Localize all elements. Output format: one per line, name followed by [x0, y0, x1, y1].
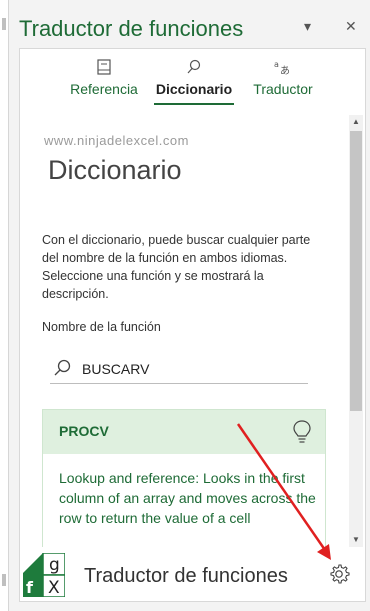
search-field[interactable]	[50, 359, 308, 384]
active-tab-underline	[154, 103, 234, 105]
dictionary-panel: www.ninjadelexcel.com Diccionario Con el…	[42, 113, 346, 547]
tab-bar: Referencia Diccionario aあ Traductor	[20, 49, 365, 111]
result-card[interactable]: PROCV Lookup and reference: Looks in the…	[42, 409, 326, 547]
dictionary-description: Con el diccionario, puede buscar cualqui…	[42, 233, 311, 301]
search-input[interactable]	[82, 359, 302, 379]
scroll-thumb[interactable]	[350, 131, 362, 411]
addin-card: Referencia Diccionario aあ Traductor www.…	[19, 48, 366, 602]
page-title: Diccionario	[48, 155, 182, 185]
pane-title: Traductor de funciones	[19, 16, 244, 41]
function-translator-logo: g f X	[23, 552, 66, 598]
footer-title: Traductor de funciones	[84, 565, 288, 587]
pane-options-dropdown-icon[interactable]: ▾	[304, 18, 311, 35]
close-icon[interactable]: ✕	[345, 18, 357, 35]
svg-text:g: g	[49, 555, 60, 575]
edge-mark	[2, 18, 6, 30]
lightbulb-icon[interactable]	[293, 420, 311, 444]
tab-diccionario[interactable]: Diccionario	[154, 59, 234, 105]
edge-mark	[2, 574, 6, 586]
search-icon	[53, 359, 71, 377]
tab-referencia[interactable]: Referencia	[66, 59, 142, 97]
svg-text:X: X	[48, 578, 60, 597]
svg-text:a: a	[274, 60, 279, 69]
tab-traductor[interactable]: aあ Traductor	[248, 59, 318, 97]
translate-icon: aあ	[248, 59, 318, 79]
watermark-text: www.ninjadelexcel.com	[44, 133, 189, 148]
scroll-up-arrow-icon[interactable]: ▲	[349, 115, 363, 129]
result-header: PROCV	[43, 410, 325, 454]
left-edge-strip	[0, 0, 9, 611]
svg-text:f: f	[26, 578, 34, 597]
tab-label: Referencia	[70, 81, 138, 97]
book-icon	[66, 59, 142, 79]
addin-footer: g f X Traductor de funciones	[20, 549, 365, 601]
function-name-label: Nombre de la función	[42, 320, 161, 334]
gear-icon[interactable]	[328, 563, 350, 585]
tab-label: Diccionario	[155, 81, 233, 97]
pane-header: Traductor de funciones ▾ ✕	[19, 14, 370, 46]
result-function-name: PROCV	[59, 423, 109, 439]
scroll-down-arrow-icon[interactable]: ▼	[349, 533, 363, 547]
tab-label: Traductor	[253, 81, 313, 97]
result-description: Lookup and reference: Looks in the first…	[59, 470, 316, 526]
vertical-scrollbar[interactable]: ▲ ▼	[349, 115, 363, 547]
search-icon	[154, 59, 234, 79]
svg-text:あ: あ	[280, 65, 290, 75]
